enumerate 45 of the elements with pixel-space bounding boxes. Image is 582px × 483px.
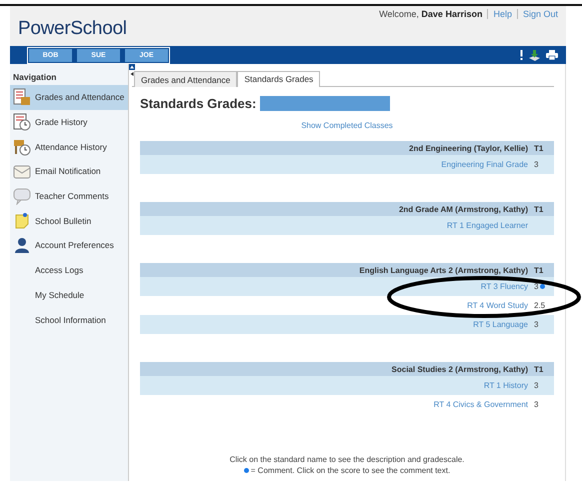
sidebar-item[interactable]: Teacher Comments	[10, 184, 128, 208]
printer-icon[interactable]	[546, 50, 558, 60]
welcome-text: Welcome, Dave Harrison	[379, 9, 482, 19]
sidebar-item[interactable]: School Information	[10, 307, 128, 332]
term-label: T1	[534, 204, 544, 214]
score-link[interactable]: 3	[534, 160, 538, 169]
score-link[interactable]: 3	[534, 282, 538, 291]
clock-document-icon	[13, 113, 31, 132]
term-label: T1	[534, 364, 544, 374]
standard-link[interactable]: RT 4 Civics & Government	[434, 400, 528, 409]
comment-dot-icon	[244, 468, 249, 473]
alert-icon[interactable]	[520, 50, 523, 60]
sidebar-item[interactable]: Grades and Attendance	[10, 85, 128, 110]
score-link[interactable]: 3	[534, 320, 538, 329]
score-link[interactable]: 3	[534, 381, 538, 390]
powerschool-logo: PowerSchool	[18, 18, 127, 40]
speech-bubble-icon	[13, 187, 31, 206]
term-label: T1	[534, 144, 544, 152]
download-icon[interactable]	[529, 50, 540, 60]
sidebar-item[interactable]: Grade History	[10, 110, 128, 134]
sidebar-item[interactable]: Account Preferences	[10, 233, 128, 258]
tab[interactable]: Grades and Attendance	[134, 71, 238, 87]
sidebar-item[interactable]: Attendance History	[10, 134, 128, 160]
score-link[interactable]: 3	[534, 400, 538, 409]
tab[interactable]: Standards Grades	[237, 71, 320, 87]
course-name: English Language Arts 2 (Armstrong, Kathy)	[359, 266, 528, 274]
sticky-note-icon	[13, 212, 31, 230]
score-link[interactable]: 2.5	[534, 301, 546, 310]
course-name: Social Studies 2 (Armstrong, Kathy)	[392, 364, 528, 374]
footer-text: = Comment. Click on the score to see the comment text.	[250, 466, 450, 475]
gradebook-icon	[13, 88, 31, 106]
sidebar-item[interactable]: My Schedule	[10, 282, 128, 308]
desk-clock-icon	[13, 138, 31, 156]
footer-text: Click on the standard name to see the description and gradescale.	[230, 455, 464, 464]
person-icon	[13, 236, 31, 254]
page-heading: Standards Grades:	[140, 96, 256, 111]
navigation-title: Navigation	[12, 71, 58, 84]
sidebar-item[interactable]: School Bulletin	[10, 208, 128, 234]
term-label: T1	[534, 266, 544, 274]
sidebar-item[interactable]: Access Logs	[10, 258, 128, 282]
sidebar-item[interactable]: Email Notification	[10, 159, 128, 184]
standard-link[interactable]: RT 4 Word Study	[467, 301, 528, 310]
course-name: 2nd Grade AM (Armstrong, Kathy)	[398, 204, 528, 214]
course-name: 2nd Engineering (Taylor, Kellie)	[409, 144, 528, 152]
show-completed-link[interactable]: Show Completed Classes	[301, 121, 393, 130]
